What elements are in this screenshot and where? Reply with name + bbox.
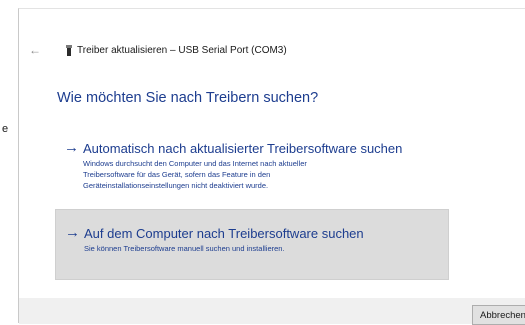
search-automatically-option[interactable]: → Automatisch nach aktualisierter Treibe… [55, 133, 449, 203]
back-arrow-icon[interactable]: ← [29, 43, 41, 57]
background-window-edge: e [0, 0, 18, 323]
browse-computer-option[interactable]: → Auf dem Computer nach Treibersoftware … [55, 209, 449, 280]
cancel-button[interactable]: Abbrechen [472, 305, 525, 325]
option-title: Auf dem Computer nach Treibersoftware su… [84, 226, 364, 241]
window-title: Treiber aktualisieren – USB Serial Port … [77, 45, 287, 56]
arrow-right-icon: → [65, 224, 80, 241]
update-driver-dialog: ← Treiber aktualisieren – USB Serial Por… [18, 8, 525, 325]
description-line: Sie können Treibersoftware manuell suche… [84, 244, 285, 253]
page-heading: Wie möchten Sie nach Treibern suchen? [57, 90, 319, 106]
description-line: Windows durchsucht den Computer und das … [83, 159, 307, 168]
option-description: Windows durchsucht den Computer und das … [83, 158, 307, 191]
option-title: Automatisch nach aktualisierter Treibers… [83, 141, 403, 156]
description-line: Treibersoftware für das Gerät, sofern da… [83, 170, 271, 179]
option-description: Sie können Treibersoftware manuell suche… [84, 243, 285, 254]
background-text-fragment: e [2, 123, 9, 135]
description-line: Geräteinstallationseinstellungen nicht d… [83, 181, 269, 190]
arrow-right-icon: → [64, 139, 79, 156]
dialog-footer: Abbrechen [19, 298, 525, 325]
usb-device-icon [66, 45, 72, 56]
